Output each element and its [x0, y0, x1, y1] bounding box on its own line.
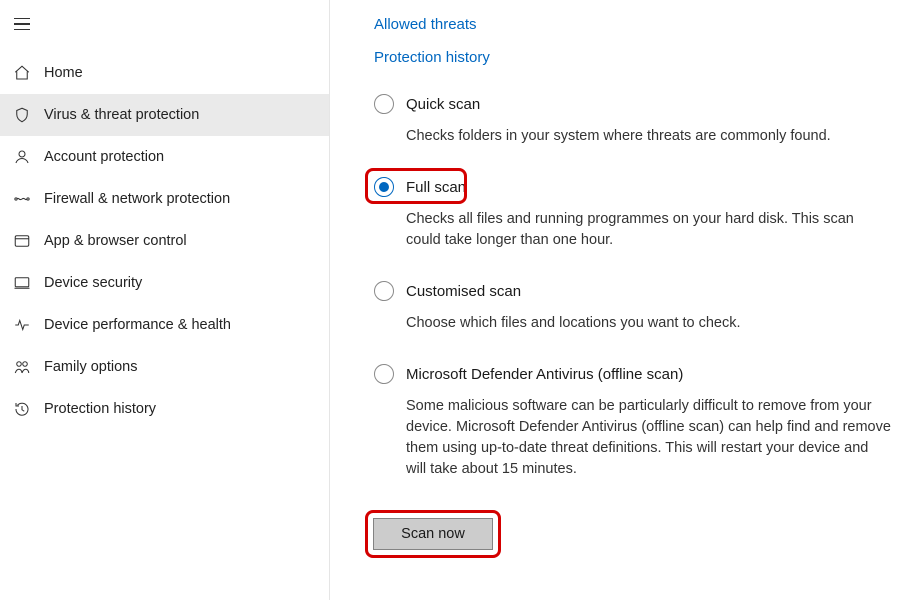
- sidebar-item-device-perf[interactable]: Device performance & health: [0, 304, 329, 346]
- radio-label: Full scan: [406, 179, 466, 196]
- radio-icon: [374, 177, 394, 197]
- sidebar-item-protection-history[interactable]: Protection history: [0, 388, 329, 430]
- hamburger-icon[interactable]: [14, 14, 34, 34]
- radio-full-scan[interactable]: Full scan: [374, 177, 891, 197]
- scan-option-custom: Customised scan Choose which files and l…: [374, 281, 891, 334]
- radio-label: Microsoft Defender Antivirus (offline sc…: [406, 366, 683, 383]
- device-security-icon: [12, 273, 32, 293]
- scan-description: Checks all files and running programmes …: [406, 209, 891, 251]
- scan-option-quick: Quick scan Checks folders in your system…: [374, 94, 891, 147]
- sidebar-item-home[interactable]: Home: [0, 52, 329, 94]
- family-icon: [12, 357, 32, 377]
- account-icon: [12, 147, 32, 167]
- health-icon: [12, 315, 32, 335]
- scan-description: Checks folders in your system where thre…: [406, 126, 891, 147]
- radio-custom-scan[interactable]: Customised scan: [374, 281, 891, 301]
- link-allowed-threats[interactable]: Allowed threats: [374, 16, 891, 33]
- firewall-icon: [12, 189, 32, 209]
- sidebar-item-app-browser[interactable]: App & browser control: [0, 220, 329, 262]
- sidebar-item-label: Protection history: [44, 401, 156, 417]
- sidebar-item-account[interactable]: Account protection: [0, 136, 329, 178]
- sidebar-item-label: Virus & threat protection: [44, 107, 199, 123]
- sidebar-item-label: App & browser control: [44, 233, 187, 249]
- link-protection-history[interactable]: Protection history: [374, 49, 891, 66]
- radio-icon: [374, 94, 394, 114]
- radio-icon: [374, 364, 394, 384]
- sidebar-item-label: Device performance & health: [44, 317, 231, 333]
- scan-now-button[interactable]: Scan now: [373, 518, 493, 550]
- sidebar-item-firewall[interactable]: Firewall & network protection: [0, 178, 329, 220]
- scan-description: Some malicious software can be particula…: [406, 396, 891, 480]
- radio-label: Customised scan: [406, 283, 521, 300]
- scan-option-full: Full scan Checks all files and running p…: [374, 177, 891, 251]
- sidebar-item-label: Family options: [44, 359, 137, 375]
- sidebar-item-label: Account protection: [44, 149, 164, 165]
- scan-options: Quick scan Checks folders in your system…: [374, 94, 891, 480]
- shield-icon: [12, 105, 32, 125]
- radio-label: Quick scan: [406, 96, 480, 113]
- radio-quick-scan[interactable]: Quick scan: [374, 94, 891, 114]
- home-icon: [12, 63, 32, 83]
- sidebar-item-label: Firewall & network protection: [44, 191, 230, 207]
- sidebar-item-virus-threat[interactable]: Virus & threat protection: [0, 94, 329, 136]
- sidebar: Home Virus & threat protection Account p…: [0, 0, 330, 600]
- sidebar-item-family[interactable]: Family options: [0, 346, 329, 388]
- scan-option-offline: Microsoft Defender Antivirus (offline sc…: [374, 364, 891, 480]
- sidebar-item-label: Home: [44, 65, 83, 81]
- main-content: Allowed threats Protection history Quick…: [330, 0, 907, 600]
- scan-description: Choose which files and locations you wan…: [406, 313, 891, 334]
- radio-offline-scan[interactable]: Microsoft Defender Antivirus (offline sc…: [374, 364, 891, 384]
- sidebar-item-label: Device security: [44, 275, 142, 291]
- radio-icon: [374, 281, 394, 301]
- sidebar-item-device-security[interactable]: Device security: [0, 262, 329, 304]
- history-icon: [12, 399, 32, 419]
- scan-button-wrap: Scan now: [373, 518, 493, 550]
- app-browser-icon: [12, 231, 32, 251]
